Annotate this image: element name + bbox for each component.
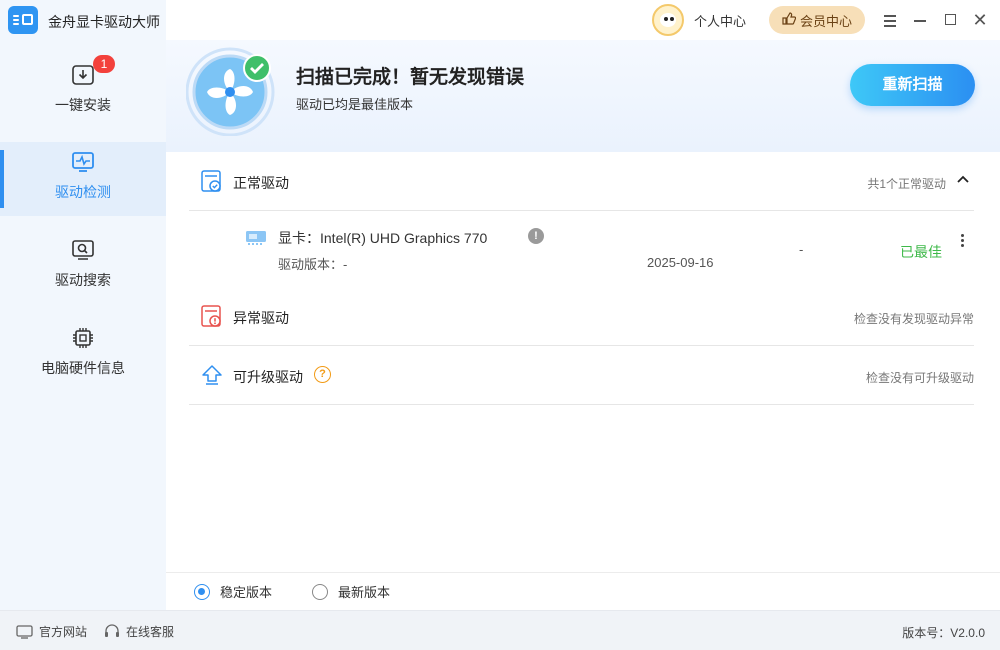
stable-version-label: 稳定版本	[220, 585, 273, 600]
scan-status-banner: 扫描已完成！暂无发现错误 驱动已均是最佳版本 重新扫描	[166, 40, 1000, 152]
sidebar-item-driver-detection[interactable]: 驱动检测	[0, 142, 166, 216]
rescan-button[interactable]: 重新扫描	[850, 64, 975, 106]
minimize-icon[interactable]	[911, 10, 931, 30]
driver-date: 2025-09-16	[647, 255, 714, 270]
app-title: 金舟显卡驱动大师	[48, 14, 160, 30]
section-title: 可升级驱动	[233, 369, 303, 385]
cpu-chip-icon	[73, 328, 93, 348]
more-options-icon[interactable]	[958, 233, 966, 249]
scan-status-title: 扫描已完成！暂无发现错误	[296, 67, 525, 88]
app-logo-icon	[8, 6, 38, 34]
section-title: 正常驱动	[233, 175, 289, 191]
avatar	[652, 4, 684, 36]
footer: 官方网站 在线客服 版本号：V2.0.0	[0, 610, 1000, 650]
collapse-chevron-up-icon[interactable]	[952, 169, 974, 191]
user-center-label: 个人中心	[694, 13, 747, 29]
app-version: 版本号：V2.0.0	[902, 626, 985, 640]
driver-version: 驱动版本：-	[278, 257, 348, 272]
section-normal-drivers: 正常驱动 共1个正常驱动	[189, 153, 974, 211]
normal-driver-count: 共1个正常驱动	[867, 177, 946, 191]
vip-center-label: 会员中心	[799, 13, 852, 29]
radio-dot	[312, 583, 328, 600]
maximize-icon[interactable]	[941, 10, 961, 30]
version-choice-bar: 稳定版本 最新版本	[166, 572, 1000, 610]
abnormal-driver-note: 检查没有发现驱动异常	[853, 312, 974, 326]
headset-icon	[105, 624, 119, 637]
fan-icon	[185, 44, 278, 137]
abnormal-driver-icon	[201, 305, 221, 327]
driver-latest-version: -	[799, 242, 804, 257]
install-count-badge: 1	[93, 55, 115, 73]
sidebar-item-driver-search[interactable]: 驱动搜索	[0, 230, 166, 304]
online-support-link[interactable]: 在线客服	[104, 623, 174, 640]
website-monitor-icon	[16, 624, 33, 639]
help-question-icon[interactable]: ?	[314, 366, 331, 383]
thumbs-up-icon	[782, 12, 797, 28]
download-icon	[72, 65, 94, 85]
app-window: 金舟显卡驱动大师 个人中心 会员中心 ✕ 一键安装 1 驱动检测 驱动搜索 电脑…	[0, 0, 1000, 650]
scan-status-subtitle: 驱动已均是最佳版本	[296, 97, 414, 112]
latest-version-radio[interactable]: 最新版本	[312, 582, 390, 601]
info-icon[interactable]: !	[528, 228, 544, 244]
sidebar-item-label: 驱动搜索	[55, 272, 111, 288]
upgradable-driver-note: 检查没有可升级驱动	[865, 371, 974, 385]
radio-dot	[194, 583, 210, 600]
stable-version-radio[interactable]: 稳定版本	[194, 582, 272, 601]
title-bar: 金舟显卡驱动大师 个人中心 会员中心 ✕	[0, 0, 1000, 40]
section-abnormal-drivers: 异常驱动 检查没有发现驱动异常	[189, 288, 974, 346]
sidebar-item-one-click-install[interactable]: 一键安装	[0, 55, 166, 129]
menu-icon[interactable]	[881, 10, 901, 30]
official-website-label: 官方网站	[39, 625, 88, 639]
user-center-button[interactable]: 个人中心	[652, 4, 746, 36]
monitor-pulse-icon	[72, 152, 94, 172]
latest-version-label: 最新版本	[338, 585, 391, 600]
official-website-link[interactable]: 官方网站	[16, 623, 87, 640]
sidebar-item-hardware-info[interactable]: 电脑硬件信息	[0, 318, 166, 392]
close-icon[interactable]: ✕	[970, 10, 990, 30]
normal-driver-icon	[201, 170, 221, 192]
upgrade-arrow-icon	[202, 365, 222, 385]
sidebar-item-label: 驱动检测	[55, 184, 111, 200]
driver-row-gpu: 显卡：Intel(R) UHD Graphics 770 ! 驱动版本：- 20…	[189, 211, 974, 285]
driver-name: 显卡：Intel(R) UHD Graphics 770	[278, 230, 488, 246]
driver-status: 已最佳	[900, 244, 942, 260]
sidebar-item-label: 电脑硬件信息	[41, 360, 125, 376]
online-support-label: 在线客服	[126, 625, 175, 639]
graphics-card-icon	[246, 231, 266, 245]
vip-center-button[interactable]: 会员中心	[769, 6, 865, 34]
section-title: 异常驱动	[233, 310, 289, 326]
search-icon	[72, 240, 94, 260]
section-upgradable-drivers: 可升级驱动 ? 检查没有可升级驱动	[189, 347, 974, 405]
sidebar-item-label: 一键安装	[55, 97, 111, 113]
